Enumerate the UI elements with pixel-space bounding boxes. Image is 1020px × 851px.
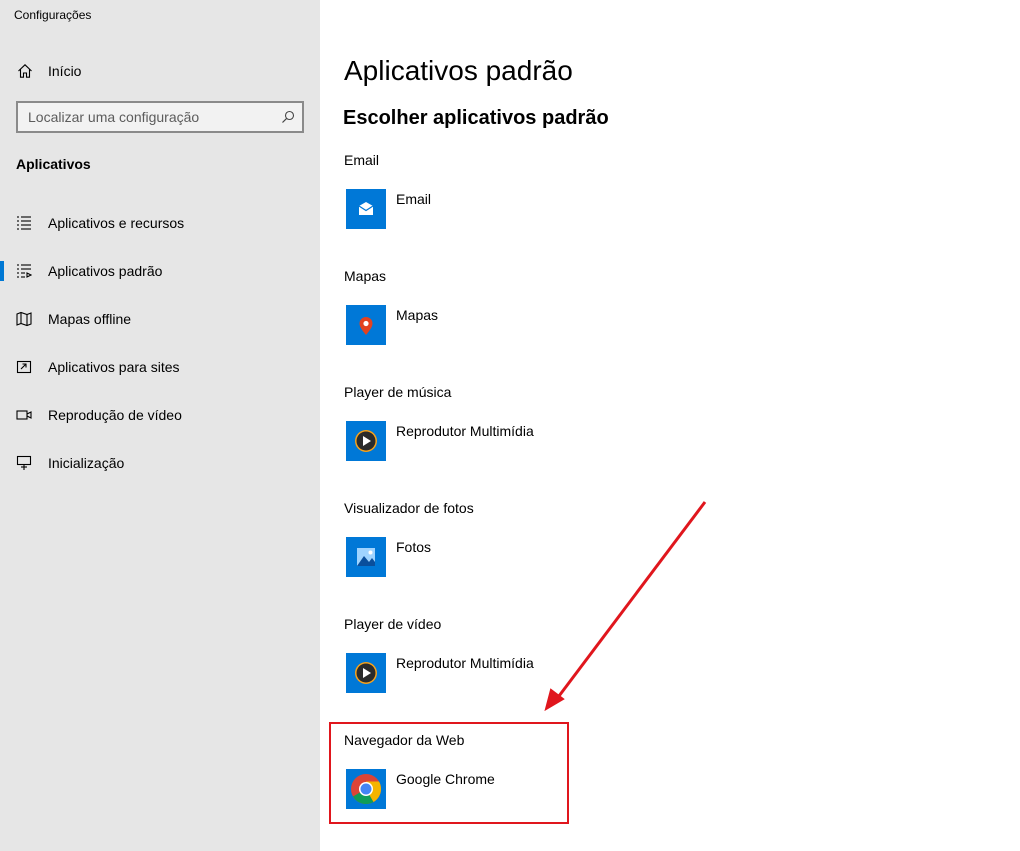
video-icon	[16, 410, 32, 420]
default-app-email[interactable]: Email	[346, 189, 586, 229]
search-icon[interactable]	[281, 110, 295, 124]
app-name: Reprodutor Multimídia	[396, 655, 534, 671]
category-photo-viewer: Visualizador de fotos	[344, 500, 474, 516]
open-in-app-icon	[16, 360, 32, 374]
default-app-maps[interactable]: Mapas	[346, 305, 586, 345]
nav-indicator	[0, 405, 4, 425]
app-name: Fotos	[396, 539, 432, 555]
default-app-music-player[interactable]: Reprodutor Multimídia	[346, 421, 586, 461]
search-input[interactable]	[18, 103, 302, 131]
sidebar-item-apps-for-websites[interactable]: Aplicativos para sites	[0, 347, 320, 387]
window-title: Configurações	[14, 8, 92, 22]
nav-indicator	[0, 261, 4, 281]
media-player-icon	[346, 653, 386, 693]
page-title: Aplicativos padrão	[344, 55, 573, 86]
page-subtitle: Escolher aplicativos padrão	[343, 107, 609, 129]
default-apps-icon	[17, 264, 32, 278]
sidebar: Configurações Início Aplicativos Aplicat…	[0, 0, 320, 851]
map-pin-icon	[346, 305, 386, 345]
sidebar-item-label: Aplicativos padrão	[48, 263, 163, 279]
nav-home-label: Início	[48, 63, 82, 79]
category-music-player: Player de música	[344, 384, 452, 400]
section-title: Aplicativos	[16, 156, 91, 172]
sidebar-item-label: Reprodução de vídeo	[48, 407, 182, 423]
default-app-video-player[interactable]: Reprodutor Multimídia	[346, 653, 586, 693]
app-name: Reprodutor Multimídia	[396, 423, 534, 439]
sidebar-item-offline-maps[interactable]: Mapas offline	[0, 299, 320, 339]
category-email: Email	[344, 152, 380, 168]
list-icon	[17, 216, 31, 230]
startup-icon	[16, 455, 32, 470]
home-icon	[18, 64, 32, 78]
category-maps: Mapas	[344, 268, 387, 284]
app-name: Mapas	[396, 307, 439, 323]
annotation-highlight-box	[329, 722, 569, 824]
nav-indicator	[0, 453, 4, 473]
media-player-icon	[346, 421, 386, 461]
nav-home[interactable]: Início	[0, 54, 320, 88]
default-app-photo-viewer[interactable]: Fotos	[346, 537, 586, 577]
sidebar-item-label: Inicialização	[48, 455, 125, 471]
nav-indicator	[0, 357, 4, 377]
photos-icon	[346, 537, 386, 577]
sidebar-item-default-apps[interactable]: Aplicativos padrão	[0, 251, 320, 291]
sidebar-item-label: Mapas offline	[48, 311, 132, 327]
sidebar-item-label: Aplicativos e recursos	[48, 215, 185, 231]
nav-indicator	[0, 213, 4, 233]
nav-indicator	[0, 309, 4, 329]
mail-icon	[346, 189, 386, 229]
map-icon	[16, 311, 32, 327]
sidebar-item-label: Aplicativos para sites	[48, 359, 180, 375]
sidebar-item-startup[interactable]: Inicialização	[0, 443, 320, 483]
sidebar-item-apps-features[interactable]: Aplicativos e recursos	[0, 203, 320, 243]
category-video-player: Player de vídeo	[344, 616, 442, 632]
search-box	[16, 101, 304, 133]
sidebar-item-video-playback[interactable]: Reprodução de vídeo	[0, 395, 320, 435]
app-name: Email	[396, 191, 432, 207]
